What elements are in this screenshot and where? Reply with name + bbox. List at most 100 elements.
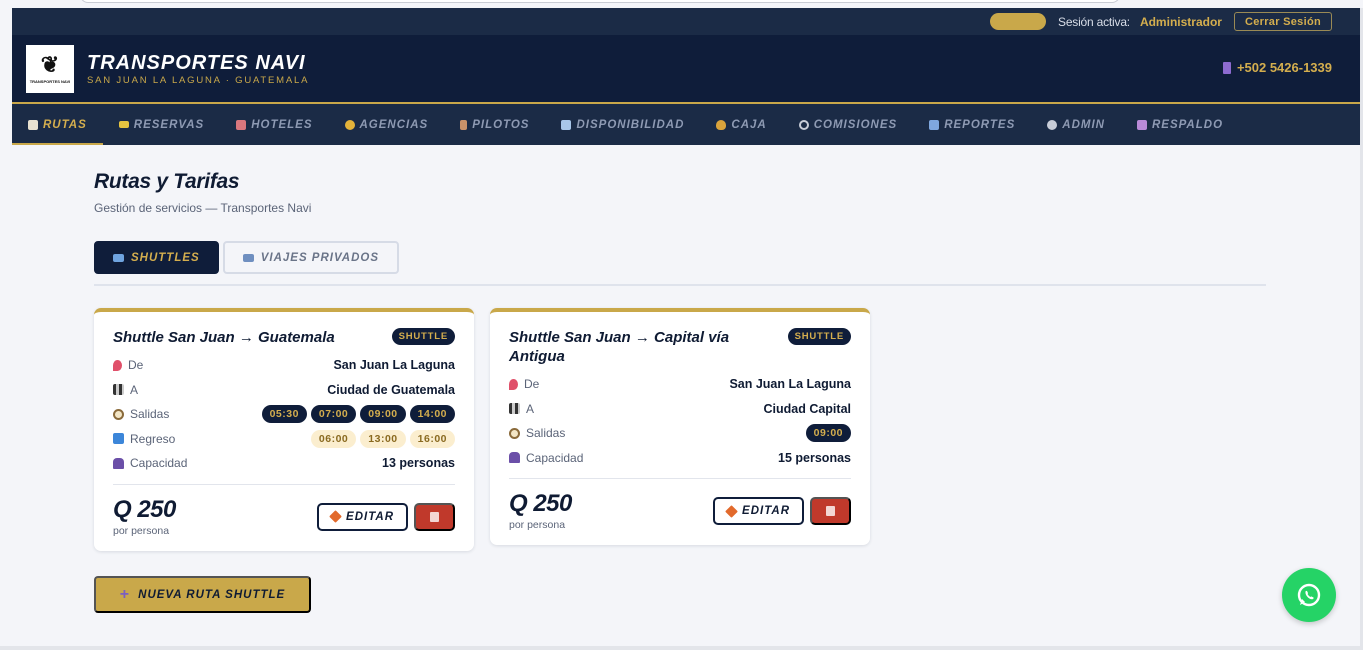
people-icon xyxy=(113,457,124,469)
route-capacity: 15 personas xyxy=(778,450,851,465)
tabs-divider xyxy=(94,284,1266,286)
calendar-icon xyxy=(561,119,572,130)
nav-item-admin[interactable]: ADMIN xyxy=(1031,104,1121,145)
whatsapp-button[interactable] xyxy=(1282,568,1336,622)
session-bar: Sesión activa: Administrador Cerrar Sesi… xyxy=(12,8,1360,35)
return-time: 13:00 xyxy=(360,429,406,448)
phone-number: +502 5426-1339 xyxy=(1236,60,1332,75)
route-type-badge: SHUTTLE xyxy=(391,328,455,345)
nav-item-rutas[interactable]: RUTAS xyxy=(12,104,103,145)
brand-subtitle: SAN JUAN LA LAGUNA · GUATEMALA xyxy=(87,74,310,86)
departure-time: 14:00 xyxy=(409,405,455,424)
logo-caption: TRANSPORTES NAVI xyxy=(29,78,71,84)
nav-item-respaldo[interactable]: RESPALDO xyxy=(1121,104,1239,145)
route-to-row: A Ciudad de Guatemala xyxy=(113,378,455,403)
pin-icon xyxy=(113,359,122,371)
nav-item-reportes[interactable]: REPORTES xyxy=(913,104,1031,145)
trash-icon xyxy=(430,511,439,522)
plus-icon: + xyxy=(119,585,131,603)
bird-logo-icon: ❦ xyxy=(40,51,60,77)
bar-chart-icon xyxy=(929,119,940,130)
nav-item-pilotos[interactable]: PILOTOS xyxy=(444,104,545,145)
handshake-icon xyxy=(344,119,355,130)
route-card: Shuttle San Juan → Guatemala SHUTTLE De … xyxy=(94,308,474,551)
nav-item-reservas[interactable]: RESERVAS xyxy=(103,104,220,145)
route-capacity: 13 personas xyxy=(382,456,455,471)
whatsapp-icon xyxy=(1297,583,1321,607)
money-bag-icon xyxy=(716,119,727,130)
delete-route-button[interactable] xyxy=(414,502,455,531)
clock-icon xyxy=(113,408,124,420)
app-header: ❦ TRANSPORTES NAVI TRANSPORTES NAVI SAN … xyxy=(12,35,1360,104)
session-label: Sesión activa: xyxy=(1058,14,1130,29)
route-to-row: A Ciudad Capital xyxy=(509,397,851,422)
return-time: 06:00 xyxy=(310,429,357,448)
delete-route-button[interactable] xyxy=(810,497,851,525)
nav-item-caja[interactable]: CAJA xyxy=(700,104,782,145)
link-icon xyxy=(798,119,809,130)
price-unit: por persona xyxy=(113,524,170,537)
driver-icon xyxy=(460,119,468,130)
route-type-badge: SHUTTLE xyxy=(787,328,851,345)
route-title: Shuttle San Juan → Guatemala xyxy=(113,329,335,346)
browser-top-strip xyxy=(0,0,1363,8)
edit-route-button[interactable]: EDITAR xyxy=(713,497,804,525)
return-time: 16:00 xyxy=(409,429,455,448)
tab-shuttles[interactable]: SHUTTLES xyxy=(94,241,219,274)
brand-title: TRANSPORTES NAVI xyxy=(87,51,306,74)
tab-private-trips[interactable]: VIAJES PRIVADOS xyxy=(222,241,400,274)
route-card: Shuttle San Juan → Capital vía Antigua S… xyxy=(490,308,870,545)
price-unit: por persona xyxy=(509,519,566,531)
route-price: Q 250 xyxy=(509,490,572,517)
main-nav: RUTAS RESERVAS HOTELES AGENCIAS PILOTOS … xyxy=(12,104,1360,145)
page-title: Rutas y Tarifas xyxy=(94,170,240,193)
route-from-row: De San Juan La Laguna xyxy=(113,353,455,378)
pencil-icon xyxy=(725,504,738,518)
trash-icon xyxy=(826,506,835,516)
ticket-icon xyxy=(118,121,129,128)
route-capacity-row: Capacidad 13 personas xyxy=(113,451,455,476)
route-title: Shuttle San Juan → Capital vía Antigua xyxy=(509,329,730,365)
logout-button[interactable]: Cerrar Sesión xyxy=(1233,12,1332,31)
floppy-icon xyxy=(1136,119,1147,130)
window-bottom-edge xyxy=(0,646,1363,650)
gear-icon xyxy=(1047,119,1058,130)
brand-logo: ❦ TRANSPORTES NAVI xyxy=(26,44,74,93)
contact-phone[interactable]: +502 5426-1339 xyxy=(1222,60,1332,75)
departure-time: 09:00 xyxy=(360,405,406,424)
app-window: Sesión activa: Administrador Cerrar Sesi… xyxy=(12,8,1360,646)
route-price: Q 250 xyxy=(113,495,176,523)
departure-time: 09:00 xyxy=(805,424,851,443)
page-heading: Rutas y Tarifas Gestión de servicios — T… xyxy=(94,170,311,215)
pencil-icon xyxy=(329,510,342,523)
return-arrow-icon xyxy=(113,433,124,445)
new-shuttle-route-button[interactable]: + NUEVA RUTA SHUTTLE xyxy=(94,576,311,613)
bus-icon xyxy=(113,253,124,262)
route-return-row: Regreso 06:00 13:00 16:00 xyxy=(113,427,455,452)
session-user: Administrador xyxy=(1139,14,1222,29)
session-indicator-pill xyxy=(990,13,1047,30)
route-from: San Juan La Laguna xyxy=(729,377,851,392)
departure-time: 05:30 xyxy=(261,405,307,424)
nav-item-disponibilidad[interactable]: DISPONIBILIDAD xyxy=(545,104,700,145)
hotel-icon xyxy=(236,119,247,130)
van-icon xyxy=(242,253,254,262)
route-type-tabs: SHUTTLES VIAJES PRIVADOS xyxy=(94,241,400,274)
route-capacity-row: Capacidad 15 personas xyxy=(509,446,851,471)
nav-item-comisiones[interactable]: COMISIONES xyxy=(783,104,913,145)
clipboard-icon xyxy=(28,119,38,130)
nav-item-agencias[interactable]: AGENCIAS xyxy=(329,104,445,145)
phone-icon xyxy=(1222,61,1231,74)
clock-icon xyxy=(509,427,520,439)
brand-text: TRANSPORTES NAVI SAN JUAN LA LAGUNA · GU… xyxy=(87,52,309,86)
nav-item-hoteles[interactable]: HOTELES xyxy=(220,104,328,145)
route-to: Ciudad de Guatemala xyxy=(327,382,455,397)
edit-route-button[interactable]: EDITAR xyxy=(317,502,408,531)
route-departures-row: Salidas 09:00 xyxy=(509,421,851,446)
pin-icon xyxy=(509,378,518,390)
departure-time: 07:00 xyxy=(310,405,357,424)
checkered-flag-icon xyxy=(113,384,124,396)
route-from: San Juan La Laguna xyxy=(333,358,455,373)
route-from-row: De San Juan La Laguna xyxy=(509,372,851,397)
page-subtitle: Gestión de servicios — Transportes Navi xyxy=(94,201,312,215)
